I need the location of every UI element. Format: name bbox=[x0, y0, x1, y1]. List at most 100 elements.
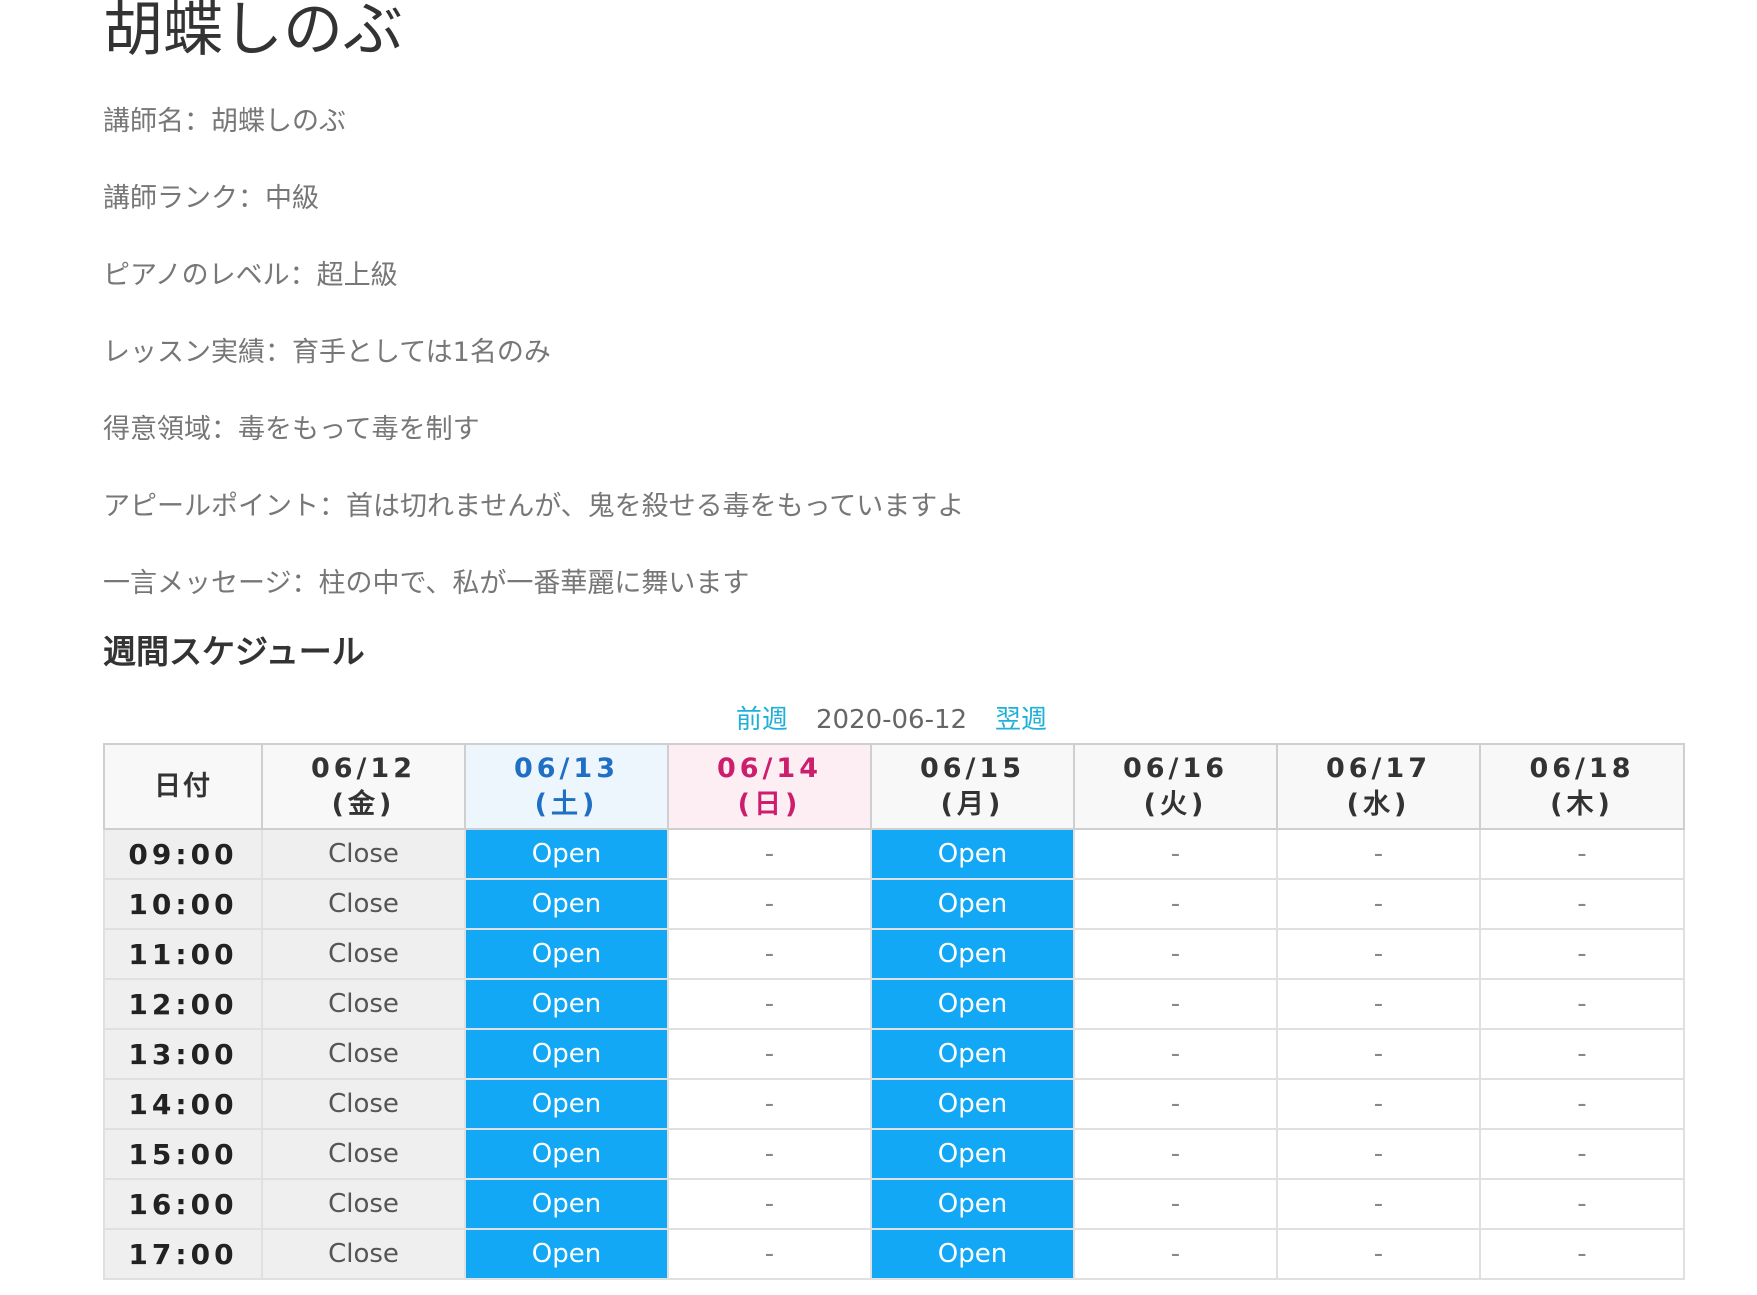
slot-unavailable: - bbox=[667, 978, 872, 1030]
slot-unavailable: - bbox=[1479, 1178, 1685, 1230]
slot-unavailable: - bbox=[1073, 978, 1278, 1030]
time-label: 09:00 bbox=[103, 828, 263, 880]
slot-closed: Close bbox=[261, 1178, 466, 1230]
time-label: 13:00 bbox=[103, 1028, 263, 1080]
slot-closed: Close bbox=[261, 928, 466, 980]
current-week-date: 2020-06-12 bbox=[815, 705, 968, 735]
schedule-row: 16:00 Close Open - Open - - - bbox=[103, 1178, 1685, 1230]
schedule-row: 10:00 Close Open - Open - - - bbox=[103, 878, 1685, 930]
slot-unavailable: - bbox=[1276, 928, 1481, 980]
slot-unavailable: - bbox=[1073, 1128, 1278, 1180]
slot-open[interactable]: Open bbox=[464, 1128, 669, 1180]
schedule-row: 11:00 Close Open - Open - - - bbox=[103, 928, 1685, 980]
slot-closed: Close bbox=[261, 1228, 466, 1280]
day-header-4: 06/15 (月) bbox=[870, 743, 1075, 830]
schedule-row: 09:00 Close Open - Open - - - bbox=[103, 828, 1685, 880]
slot-open[interactable]: Open bbox=[464, 1228, 669, 1280]
slot-open[interactable]: Open bbox=[870, 1028, 1075, 1080]
date-column-header: 日付 bbox=[103, 743, 263, 830]
day-header-3: 06/14 (日) bbox=[667, 743, 872, 830]
schedule-row: 12:00 Close Open - Open - - - bbox=[103, 978, 1685, 1030]
day-header-date: 06/18 bbox=[1529, 752, 1635, 784]
teacher-page: 胡蝶しのぶ 講師名：胡蝶しのぶ 講師ランク：中級 ピアノのレベル：超上級 レッス… bbox=[0, 0, 1757, 1295]
slot-unavailable: - bbox=[1073, 1078, 1278, 1130]
slot-open[interactable]: Open bbox=[870, 1228, 1075, 1280]
slot-unavailable: - bbox=[1479, 828, 1685, 880]
prev-week-link[interactable]: 前週 bbox=[736, 705, 788, 735]
slot-unavailable: - bbox=[667, 1178, 872, 1230]
slot-unavailable: - bbox=[1276, 878, 1481, 930]
slot-unavailable: - bbox=[1073, 1178, 1278, 1230]
time-label: 17:00 bbox=[103, 1228, 263, 1280]
day-header-2: 06/13 (土) bbox=[464, 743, 669, 830]
slot-closed: Close bbox=[261, 1128, 466, 1180]
day-header-date: 06/17 bbox=[1325, 752, 1431, 784]
profile-lesson-record: レッスン実績：育手としては1名のみ bbox=[103, 337, 551, 368]
day-header-weekday: (金) bbox=[331, 788, 396, 820]
day-header-date: 06/15 bbox=[919, 752, 1025, 784]
slot-unavailable: - bbox=[1276, 1028, 1481, 1080]
slot-unavailable: - bbox=[1479, 1078, 1685, 1130]
day-header-1: 06/12 (金) bbox=[261, 743, 466, 830]
schedule-body: 09:00 Close Open - Open - - -10:00 Close Open - Ope… bbox=[103, 828, 1685, 1280]
week-navigation: 前週 2020-06-12 翌週 bbox=[0, 700, 1757, 740]
slot-open[interactable]: Open bbox=[870, 1178, 1075, 1230]
day-header-date: 06/13 bbox=[513, 752, 619, 784]
time-label: 12:00 bbox=[103, 978, 263, 1030]
slot-open[interactable]: Open bbox=[870, 1128, 1075, 1180]
profile-specialty: 得意領域：毒をもって毒を制す bbox=[103, 414, 480, 445]
slot-open[interactable]: Open bbox=[464, 1178, 669, 1230]
slot-unavailable: - bbox=[1276, 828, 1481, 880]
slot-open[interactable]: Open bbox=[464, 1078, 669, 1130]
slot-unavailable: - bbox=[667, 1228, 872, 1280]
slot-unavailable: - bbox=[667, 828, 872, 880]
day-header-weekday: (月) bbox=[940, 788, 1005, 820]
day-header-weekday: (水) bbox=[1346, 788, 1411, 820]
time-label: 10:00 bbox=[103, 878, 263, 930]
profile-piano-level: ピアノのレベル：超上級 bbox=[103, 260, 398, 291]
slot-open[interactable]: Open bbox=[870, 978, 1075, 1030]
slot-open[interactable]: Open bbox=[870, 1078, 1075, 1130]
day-header-weekday: (木) bbox=[1550, 788, 1614, 820]
schedule-header-row: 日付 06/12 (金) 06/13 (土) 06/14 (日) 06/15 (月) 06/16… bbox=[103, 743, 1685, 830]
slot-unavailable: - bbox=[1073, 928, 1278, 980]
slot-open[interactable]: Open bbox=[464, 928, 669, 980]
slot-closed: Close bbox=[261, 1028, 466, 1080]
slot-closed: Close bbox=[261, 978, 466, 1030]
day-header-weekday: (土) bbox=[534, 788, 599, 820]
weekly-schedule-table: 日付 06/12 (金) 06/13 (土) 06/14 (日) 06/15 (月) 06/16… bbox=[103, 743, 1685, 1280]
slot-unavailable: - bbox=[1479, 1228, 1685, 1280]
schedule-row: 14:00 Close Open - Open - - - bbox=[103, 1078, 1685, 1130]
slot-closed: Close bbox=[261, 828, 466, 880]
day-header-date: 06/14 bbox=[716, 752, 822, 784]
schedule-section-title: 週間スケジュール bbox=[103, 632, 365, 671]
slot-open[interactable]: Open bbox=[464, 828, 669, 880]
slot-unavailable: - bbox=[667, 1128, 872, 1180]
profile-teacher-name: 講師名：胡蝶しのぶ bbox=[103, 106, 346, 137]
slot-unavailable: - bbox=[1479, 878, 1685, 930]
slot-open[interactable]: Open bbox=[870, 878, 1075, 930]
profile-message: 一言メッセージ：柱の中で、私が一番華麗に舞います bbox=[103, 568, 750, 599]
slot-unavailable: - bbox=[667, 1028, 872, 1080]
slot-unavailable: - bbox=[1479, 1128, 1685, 1180]
slot-unavailable: - bbox=[1479, 1028, 1685, 1080]
day-header-weekday: (火) bbox=[1143, 788, 1208, 820]
teacher-profile-list: 講師名：胡蝶しのぶ 講師ランク：中級 ピアノのレベル：超上級 レッスン実績：育手… bbox=[103, 96, 964, 635]
slot-unavailable: - bbox=[1276, 1128, 1481, 1180]
page-title: 胡蝶しのぶ bbox=[103, 0, 403, 65]
slot-unavailable: - bbox=[1276, 1228, 1481, 1280]
slot-open[interactable]: Open bbox=[870, 828, 1075, 880]
slot-open[interactable]: Open bbox=[870, 928, 1075, 980]
slot-unavailable: - bbox=[1073, 878, 1278, 930]
slot-unavailable: - bbox=[1276, 978, 1481, 1030]
day-header-weekday: (日) bbox=[737, 788, 802, 820]
slot-closed: Close bbox=[261, 1078, 466, 1130]
slot-open[interactable]: Open bbox=[464, 1028, 669, 1080]
schedule-row: 13:00 Close Open - Open - - - bbox=[103, 1028, 1685, 1080]
slot-open[interactable]: Open bbox=[464, 978, 669, 1030]
slot-unavailable: - bbox=[1276, 1178, 1481, 1230]
slot-unavailable: - bbox=[1073, 1028, 1278, 1080]
next-week-link[interactable]: 翌週 bbox=[995, 705, 1047, 735]
slot-open[interactable]: Open bbox=[464, 878, 669, 930]
day-header-5: 06/16 (火) bbox=[1073, 743, 1278, 830]
